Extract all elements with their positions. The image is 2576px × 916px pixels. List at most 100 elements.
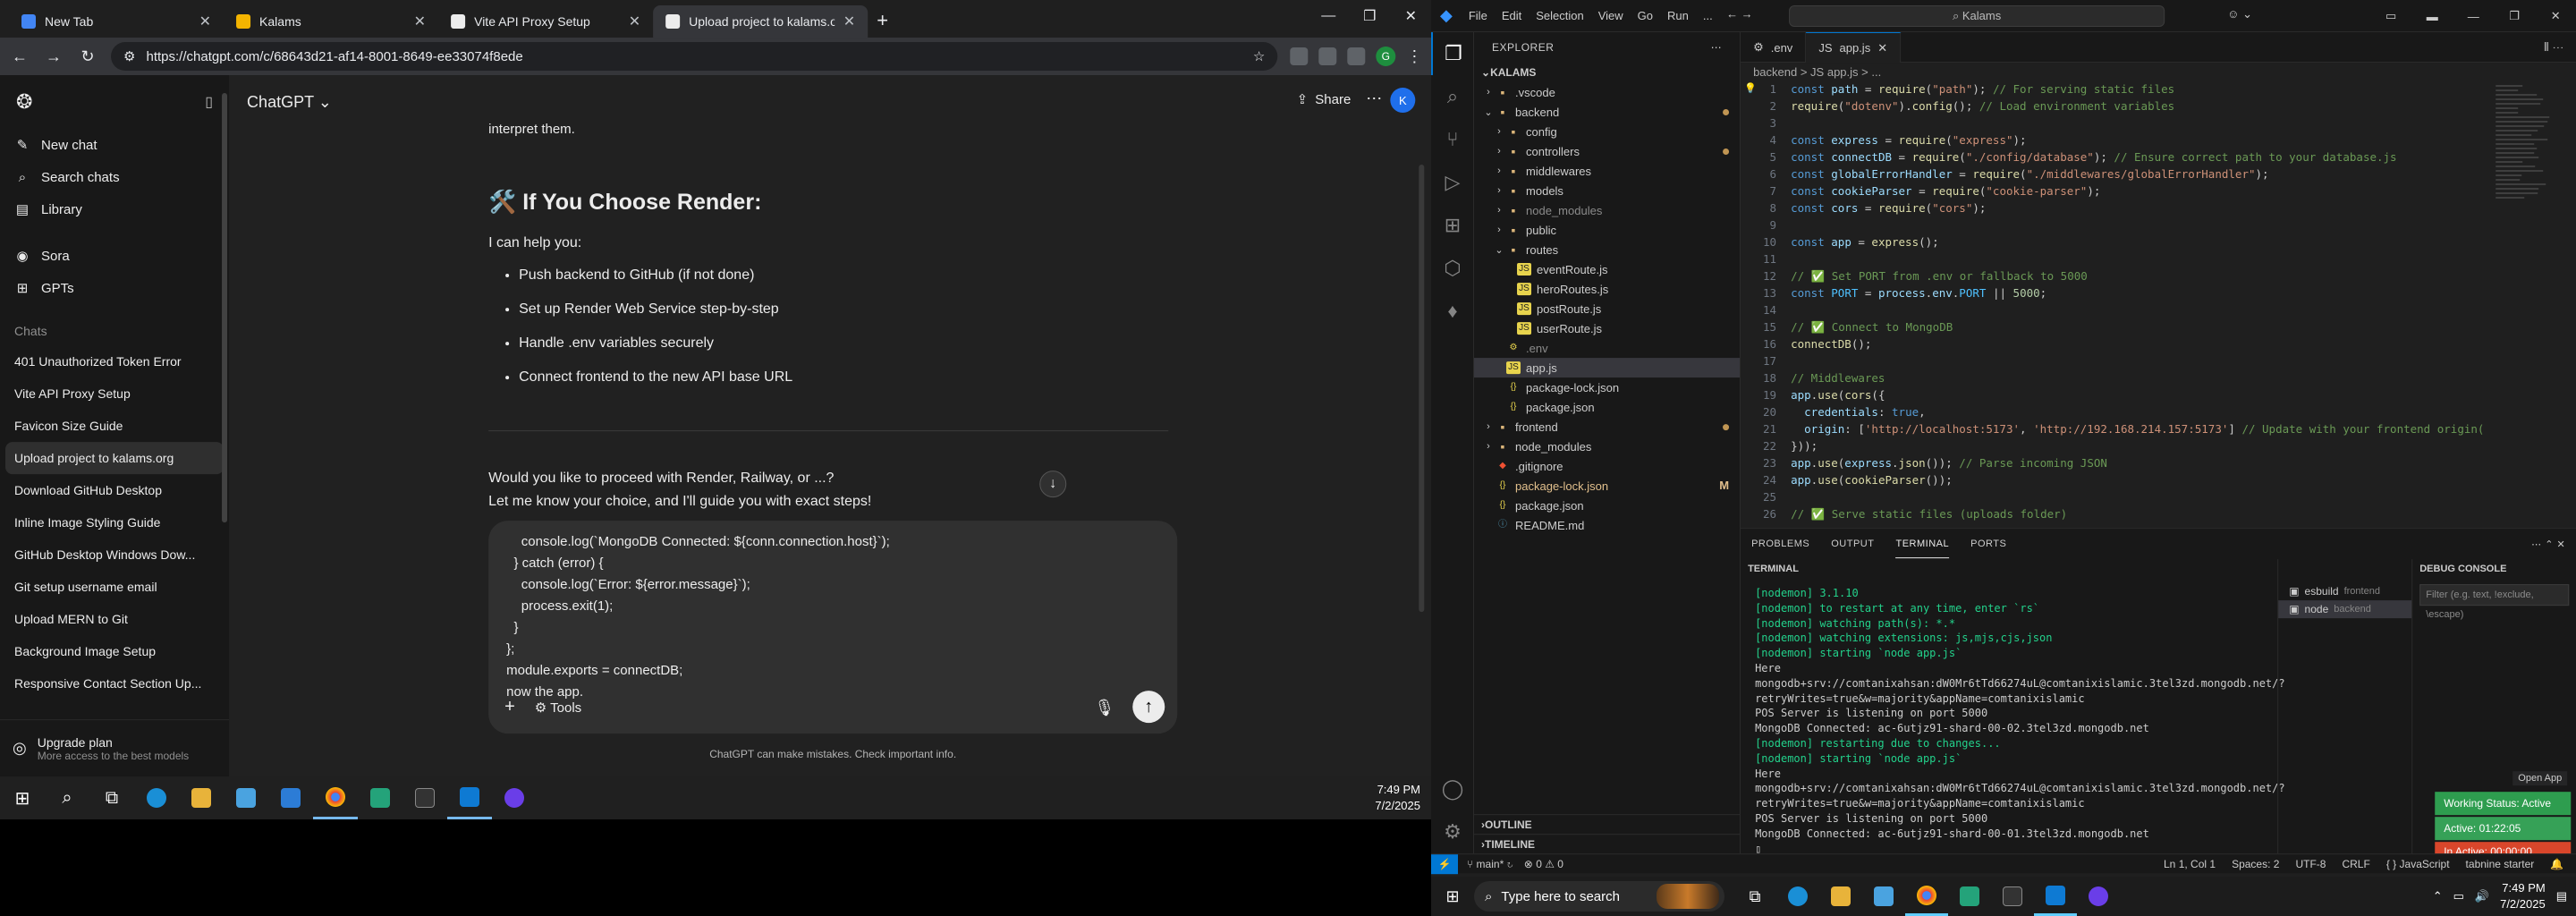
sidebar-tool[interactable]: ⊞ GPTs <box>0 272 229 304</box>
chrome-taskbar-icon[interactable] <box>313 776 358 819</box>
project-section[interactable]: ⌄ KALAMS <box>1474 63 1740 82</box>
plus-icon[interactable]: + <box>504 697 515 717</box>
sidebar-scrollbar[interactable] <box>222 93 227 522</box>
reload-icon[interactable]: ↻ <box>77 47 98 66</box>
file-item[interactable]: {} package.json <box>1474 496 1740 515</box>
task-view-icon[interactable]: ⧉ <box>89 776 134 819</box>
search-icon[interactable]: ⌕ <box>1431 75 1474 118</box>
chat-history-item[interactable]: Download GitHub Desktop <box>0 474 229 506</box>
notifications-bell-icon[interactable]: 🔔 <box>2550 858 2563 870</box>
chat-history-item[interactable]: Favicon Size Guide <box>0 410 229 442</box>
scroll-down-button[interactable]: ↓ <box>1039 471 1066 497</box>
browser-tab[interactable]: New Tab ✕ <box>9 5 224 38</box>
menu-item[interactable]: ... <box>1703 9 1713 22</box>
browser-tab[interactable]: Kalams ✕ <box>224 5 438 38</box>
settings-gear-icon[interactable]: ⚙ <box>1431 810 1474 853</box>
menu-kebab-icon[interactable]: ⋮ <box>1406 47 1422 65</box>
vscode-insiders-icon[interactable] <box>358 776 402 819</box>
file-explorer-icon[interactable] <box>179 776 224 819</box>
nav-back-forward[interactable]: ← → <box>1726 7 1753 21</box>
folder-item[interactable]: ⌄ ▪ backend <box>1474 102 1740 122</box>
chrome-taskbar-icon[interactable] <box>1905 877 1948 916</box>
file-item[interactable]: JS heroRoutes.js <box>1474 279 1740 299</box>
more-options-icon[interactable]: ⋯ <box>1366 89 1382 108</box>
run-debug-icon[interactable]: ▷ <box>1431 161 1474 204</box>
problems-indicator[interactable]: ⊗ 0 ⚠ 0 <box>1524 858 1563 870</box>
minimize-icon[interactable]: — <box>2453 0 2494 32</box>
more-actions-icon[interactable]: ⋯ <box>2531 539 2545 550</box>
eol[interactable]: CRLF <box>2342 858 2369 870</box>
file-item[interactable]: ⓘ README.md <box>1474 515 1740 535</box>
mail-icon[interactable] <box>268 776 313 819</box>
open-app-button[interactable]: Open App <box>2512 771 2567 785</box>
close-icon[interactable]: ✕ <box>2535 0 2576 32</box>
source-control-icon[interactable]: ⑂ <box>1431 118 1474 161</box>
chat-scrollbar[interactable] <box>1419 165 1424 612</box>
search-icon[interactable]: ⌕ <box>45 776 89 819</box>
close-tab-icon[interactable]: ✕ <box>199 13 211 30</box>
file-explorer-icon[interactable] <box>1819 877 1862 916</box>
file-item[interactable]: {} package.json <box>1474 397 1740 417</box>
chat-history-item[interactable]: GitHub Desktop Windows Dow... <box>0 539 229 571</box>
browser-tab[interactable]: Upload project to kalams.org ✕ <box>653 5 868 38</box>
folder-item[interactable]: › ▪ node_modules <box>1474 437 1740 456</box>
network-icon[interactable]: ▭ <box>2453 889 2464 903</box>
store-icon[interactable] <box>224 776 268 819</box>
menu-item[interactable]: Selection <box>1536 9 1583 22</box>
breadcrumb[interactable]: backend > JS app.js > ... <box>1741 63 2576 82</box>
split-editor-icon[interactable]: ⫴ <box>2544 40 2552 54</box>
menu-item[interactable]: Go <box>1638 9 1653 22</box>
task-view-icon[interactable]: ⧉ <box>1733 877 1776 916</box>
folder-item[interactable]: › ▪ node_modules <box>1474 200 1740 220</box>
terminal-icon[interactable] <box>1991 877 2034 916</box>
outline-section[interactable]: › OUTLINE <box>1474 814 1740 834</box>
chat-history-item[interactable]: Inline Image Styling Guide <box>0 506 229 539</box>
edge-icon[interactable] <box>1776 877 1819 916</box>
file-item[interactable]: {} package-lock.json M <box>1474 476 1740 496</box>
vscode-insiders-icon[interactable] <box>1948 877 1991 916</box>
mongodb-icon[interactable]: ♦ <box>1431 290 1474 333</box>
minimize-icon[interactable]: — <box>1308 0 1349 32</box>
file-item[interactable]: JS userRoute.js <box>1474 318 1740 338</box>
file-item[interactable]: ◆ .gitignore <box>1474 456 1740 476</box>
download-icon[interactable] <box>1318 47 1336 65</box>
encoding[interactable]: UTF-8 <box>2295 858 2326 870</box>
extension-icon[interactable] <box>1290 47 1308 65</box>
cursor-position[interactable]: Ln 1, Col 1 <box>2164 858 2216 870</box>
chat-history-item[interactable]: Upload MERN to Git <box>0 603 229 635</box>
remote-indicator-icon[interactable]: ⚡ <box>1431 854 1458 874</box>
explorer-more-icon[interactable]: ⋯ <box>1711 41 1723 54</box>
windows-start-icon[interactable]: ⊞ <box>1431 877 1474 916</box>
file-item[interactable]: JS app.js <box>1474 358 1740 377</box>
folder-item[interactable]: › ▪ .vscode <box>1474 82 1740 102</box>
file-item[interactable]: ⚙ .env <box>1474 338 1740 358</box>
account-icon[interactable]: ◯ <box>1431 768 1474 810</box>
terminal-output[interactable]: [nodemon] 3.1.10 [nodemon] to restart at … <box>1755 586 2274 856</box>
close-panel-icon[interactable]: ✕ <box>2557 539 2566 550</box>
folder-item[interactable]: › ▪ config <box>1474 122 1740 141</box>
openai-logo-icon[interactable]: ❂ <box>16 90 32 114</box>
sidebar-item[interactable]: ▤ Library <box>0 193 229 225</box>
terminal-instance[interactable]: ▣ esbuild frontend <box>2278 582 2411 600</box>
windows-start-icon[interactable]: ⊞ <box>0 776 45 819</box>
browser-tab[interactable]: Vite API Proxy Setup ✕ <box>438 5 653 38</box>
chat-history-item[interactable]: Vite API Proxy Setup <box>0 377 229 410</box>
vscode-taskbar-icon[interactable] <box>2034 877 2077 916</box>
extensions-icon[interactable]: ⊞ <box>1431 204 1474 247</box>
address-bar[interactable]: ⚙ https://chatgpt.com/c/68643d21-af14-80… <box>111 42 1277 71</box>
layout-panel-icon[interactable]: ▬ <box>2411 0 2453 32</box>
minimap[interactable] <box>2496 82 2558 261</box>
new-tab-button[interactable]: + <box>877 9 888 32</box>
microphone-icon[interactable]: 🎙 <box>1094 699 1114 717</box>
site-info-icon[interactable]: ⚙ <box>123 48 135 64</box>
timeline-section[interactable]: › TIMELINE <box>1474 834 1740 853</box>
chat-history-item[interactable]: Responsive Contact Section Up... <box>0 667 229 700</box>
editor-tab[interactable]: ⚙ .env <box>1741 32 1806 63</box>
tray-chevron-icon[interactable]: ⌃ <box>2433 889 2443 903</box>
maximize-icon[interactable]: ❐ <box>1349 0 1390 32</box>
message-composer[interactable]: console.log(`MongoDB Connected: ${conn.c… <box>488 521 1177 734</box>
bookmark-star-icon[interactable]: ☆ <box>1253 48 1265 64</box>
indent-setting[interactable]: Spaces: 2 <box>2232 858 2279 870</box>
close-tab-icon[interactable]: ✕ <box>843 13 855 30</box>
layout-icon[interactable]: ▭ <box>2370 0 2411 32</box>
